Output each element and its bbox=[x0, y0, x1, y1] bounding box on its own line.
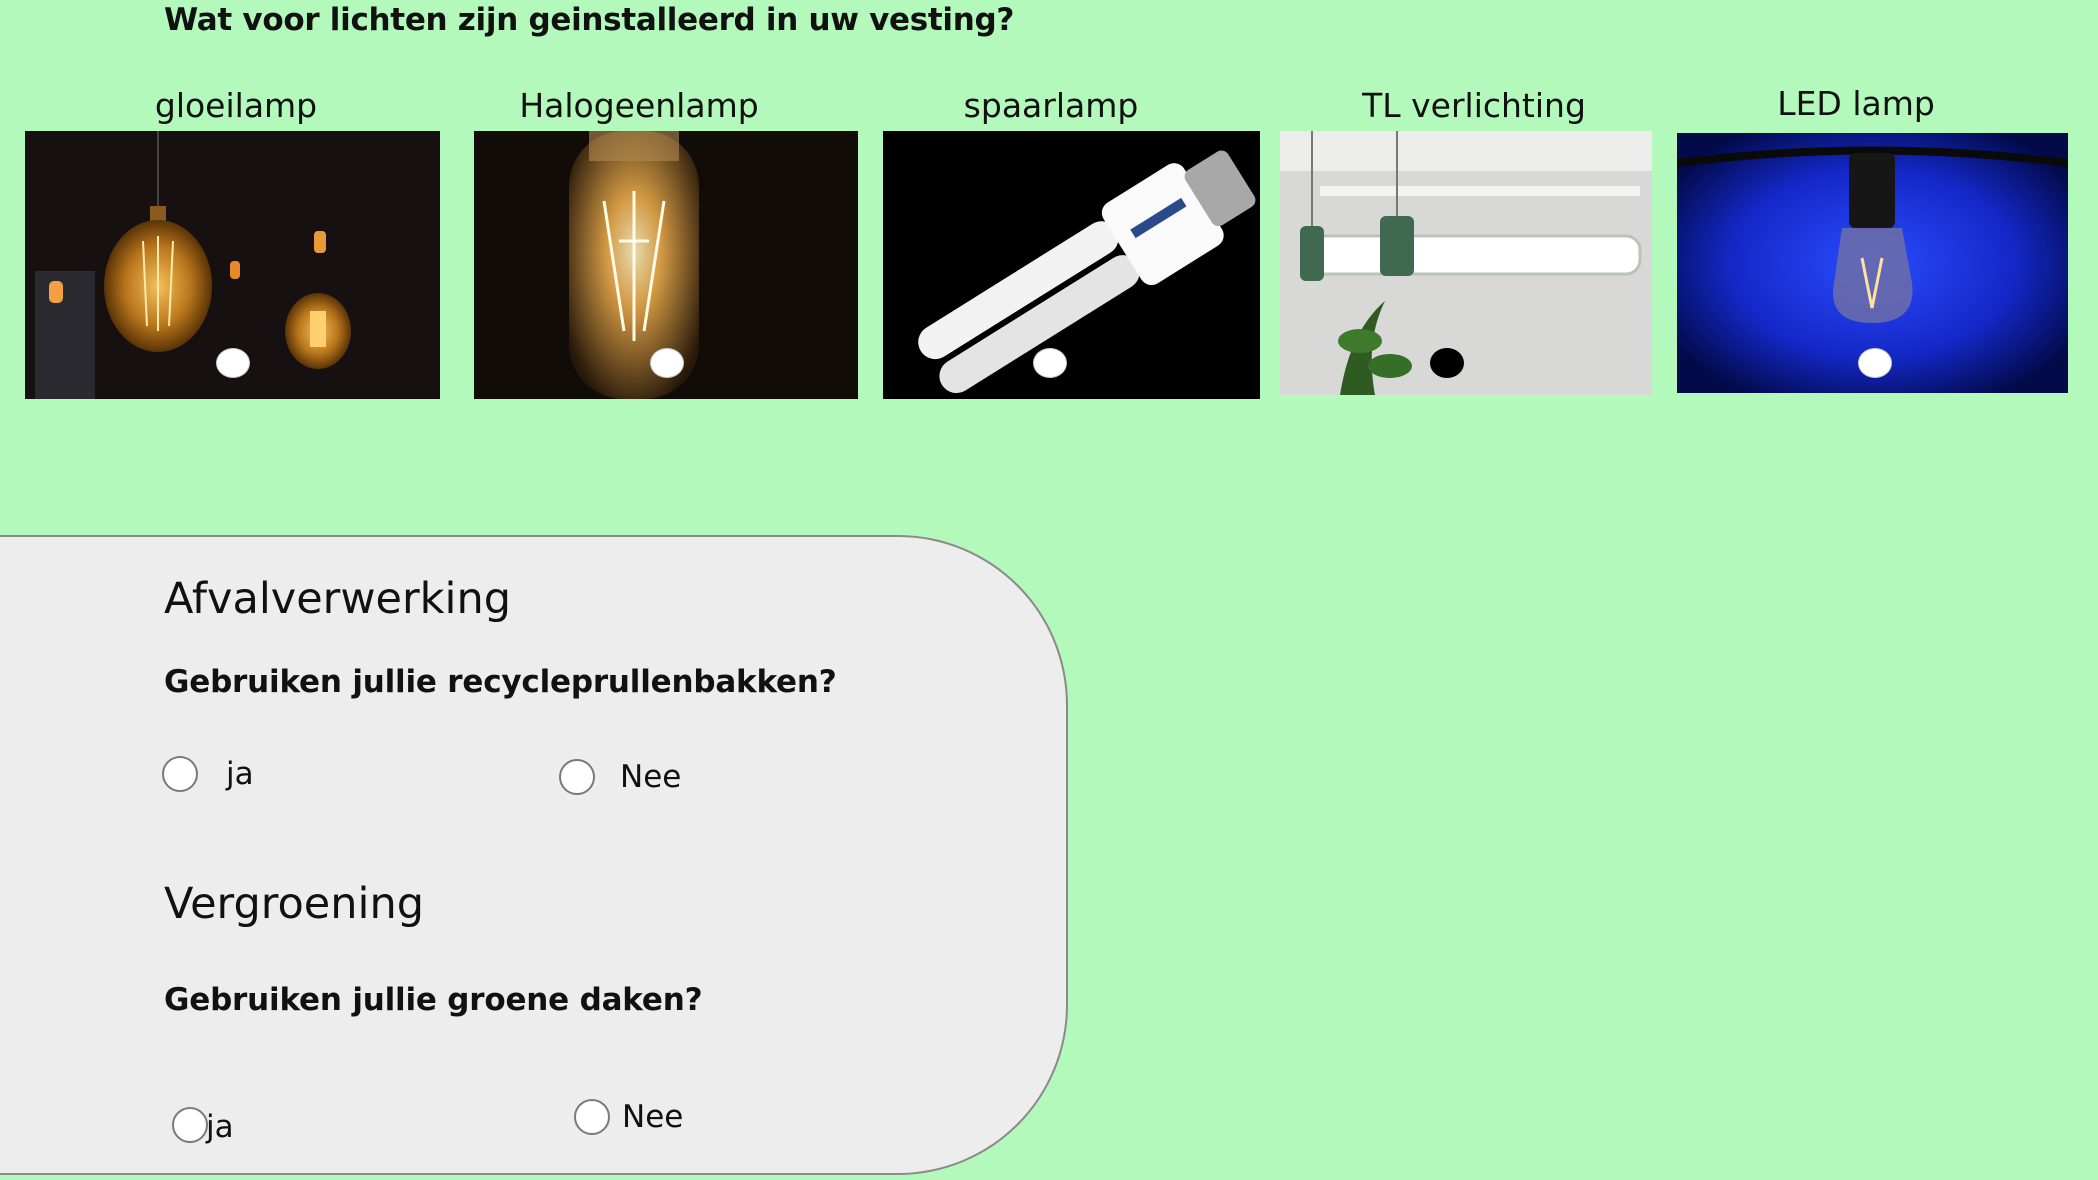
lamp-radio-led-lamp[interactable] bbox=[1858, 348, 1892, 378]
green-roofs-yes-label: ja bbox=[206, 1109, 234, 1145]
recycle-bins-question: Gebruiken jullie recycleprullenbakken? bbox=[164, 664, 837, 700]
lamp-label-halogeenlamp: Halogeenlamp bbox=[519, 86, 759, 125]
green-roofs-yes-radio[interactable] bbox=[172, 1107, 208, 1143]
lamp-radio-tl-verlichting[interactable] bbox=[1430, 348, 1464, 378]
lamp-label-gloeilamp: gloeilamp bbox=[154, 86, 318, 125]
recycle-no-radio[interactable] bbox=[559, 759, 595, 795]
recycle-no-label: Nee bbox=[620, 759, 682, 795]
lamp-label-spaarlamp: spaarlamp bbox=[963, 86, 1139, 125]
recycle-no-option[interactable]: Nee bbox=[559, 759, 681, 795]
lamp-radio-spaarlamp[interactable] bbox=[1033, 348, 1067, 378]
green-roofs-yes-option[interactable]: ja bbox=[172, 1105, 234, 1145]
lights-question: Wat voor lichten zijn geinstalleerd in u… bbox=[164, 2, 1015, 38]
waste-heading: Afvalverwerking bbox=[164, 574, 512, 624]
recycle-yes-label: ja bbox=[226, 756, 254, 792]
energy-saving-bulb-image bbox=[883, 131, 1260, 399]
green-roofs-no-radio[interactable] bbox=[574, 1099, 610, 1135]
green-roofs-no-label: Nee bbox=[622, 1099, 684, 1135]
lamp-label-tl-verlichting: TL verlichting bbox=[1362, 86, 1586, 125]
fluorescent-tube-image bbox=[1280, 131, 1652, 395]
lamp-radio-gloeilamp[interactable] bbox=[216, 348, 250, 378]
questions-panel: Afvalverwerking Gebruiken jullie recycle… bbox=[0, 535, 1068, 1175]
lamp-label-led-lamp: LED lamp bbox=[1777, 84, 1935, 123]
greening-heading: Vergroening bbox=[164, 879, 424, 929]
lamp-radio-halogeenlamp[interactable] bbox=[650, 348, 684, 378]
green-roofs-question: Gebruiken jullie groene daken? bbox=[164, 982, 703, 1018]
green-roofs-no-option[interactable]: Nee bbox=[574, 1099, 683, 1135]
recycle-yes-option[interactable]: ja bbox=[162, 756, 254, 792]
recycle-yes-radio[interactable] bbox=[162, 756, 198, 792]
